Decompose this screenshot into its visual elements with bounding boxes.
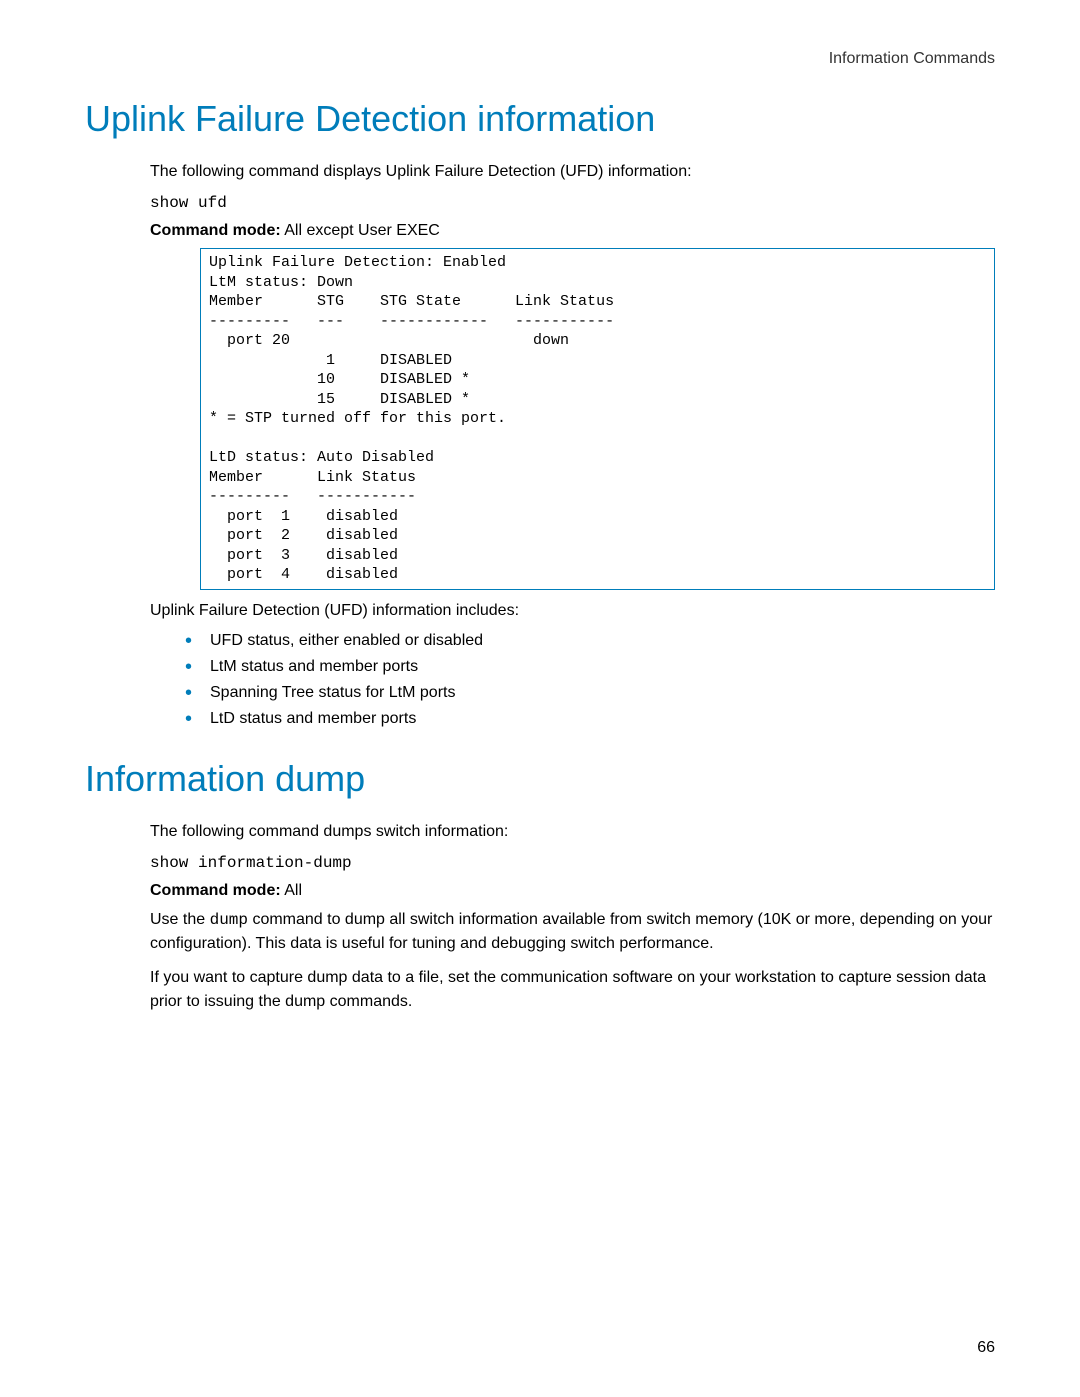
- dump-para1: Use the dump command to dump all switch …: [150, 908, 995, 956]
- ufd-code-block: Uplink Failure Detection: Enabled LtM st…: [200, 248, 995, 590]
- ufd-bullet-list: UFD status, either enabled or disabled L…: [185, 632, 995, 728]
- dump-mode-label: Command mode:: [150, 882, 281, 899]
- page-header-label: Information Commands: [85, 50, 995, 68]
- dump-para1-code: dump: [210, 911, 248, 929]
- ufd-mode-value: All except User EXEC: [281, 222, 440, 239]
- list-item: UFD status, either enabled or disabled: [185, 632, 995, 650]
- page-number: 66: [977, 1339, 995, 1357]
- section-title-dump: Information dump: [85, 758, 995, 800]
- ufd-mode-label: Command mode:: [150, 222, 281, 239]
- list-item: LtD status and member ports: [185, 710, 995, 728]
- ufd-command-mode: Command mode: All except User EXEC: [150, 222, 995, 240]
- list-item: LtM status and member ports: [185, 658, 995, 676]
- ufd-command: show ufd: [150, 194, 995, 212]
- dump-mode-value: All: [281, 882, 302, 899]
- dump-para2: If you want to capture dump data to a fi…: [150, 966, 995, 1014]
- dump-command-mode: Command mode: All: [150, 882, 995, 900]
- ufd-includes-intro: Uplink Failure Detection (UFD) informati…: [150, 602, 995, 620]
- dump-command: show information-dump: [150, 854, 995, 872]
- ufd-intro: The following command displays Uplink Fa…: [150, 160, 995, 184]
- dump-intro: The following command dumps switch infor…: [150, 820, 995, 844]
- section-title-ufd: Uplink Failure Detection information: [85, 98, 995, 140]
- dump-para1-pre: Use the: [150, 911, 210, 928]
- list-item: Spanning Tree status for LtM ports: [185, 684, 995, 702]
- dump-para1-post: command to dump all switch information a…: [150, 911, 992, 952]
